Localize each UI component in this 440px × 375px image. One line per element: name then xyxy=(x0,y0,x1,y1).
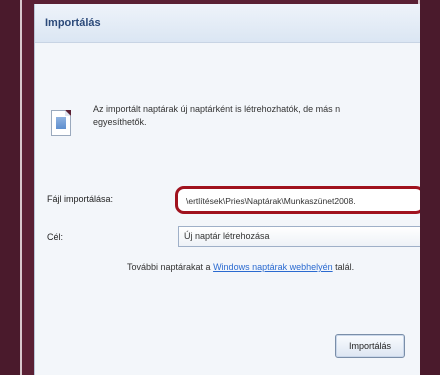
more-calendars-text: További naptárakat a Windows naptárak we… xyxy=(127,262,354,272)
target-label: Cél: xyxy=(47,232,64,242)
file-path-input[interactable]: \ertlítések\Pries\Naptárak\Munkaszünet20… xyxy=(175,186,420,214)
info-text: Az importált naptárak új naptárként is l… xyxy=(93,103,420,129)
more-suffix: talál. xyxy=(332,262,355,272)
dialog-titlebar: Importálás xyxy=(35,4,420,43)
photo-frame: Importálás Az importált naptárak új napt… xyxy=(20,0,420,375)
more-prefix: További naptárakat a xyxy=(127,262,214,272)
file-import-label: Fájl importálása: xyxy=(47,194,114,204)
import-dialog: Importálás Az importált naptárak új napt… xyxy=(34,4,420,375)
info-line-1: Az importált naptárak új naptárként is l… xyxy=(93,104,341,114)
info-line-2: egyesíthetők. xyxy=(93,117,147,127)
calendar-info-icon xyxy=(51,110,71,136)
target-calendar-select[interactable]: Új naptár létrehozása xyxy=(178,226,420,247)
dialog-title: Importálás xyxy=(45,17,101,29)
import-button[interactable]: Importálás xyxy=(335,334,405,358)
windows-calendars-link[interactable]: Windows naptárak webhelyén xyxy=(213,262,333,272)
